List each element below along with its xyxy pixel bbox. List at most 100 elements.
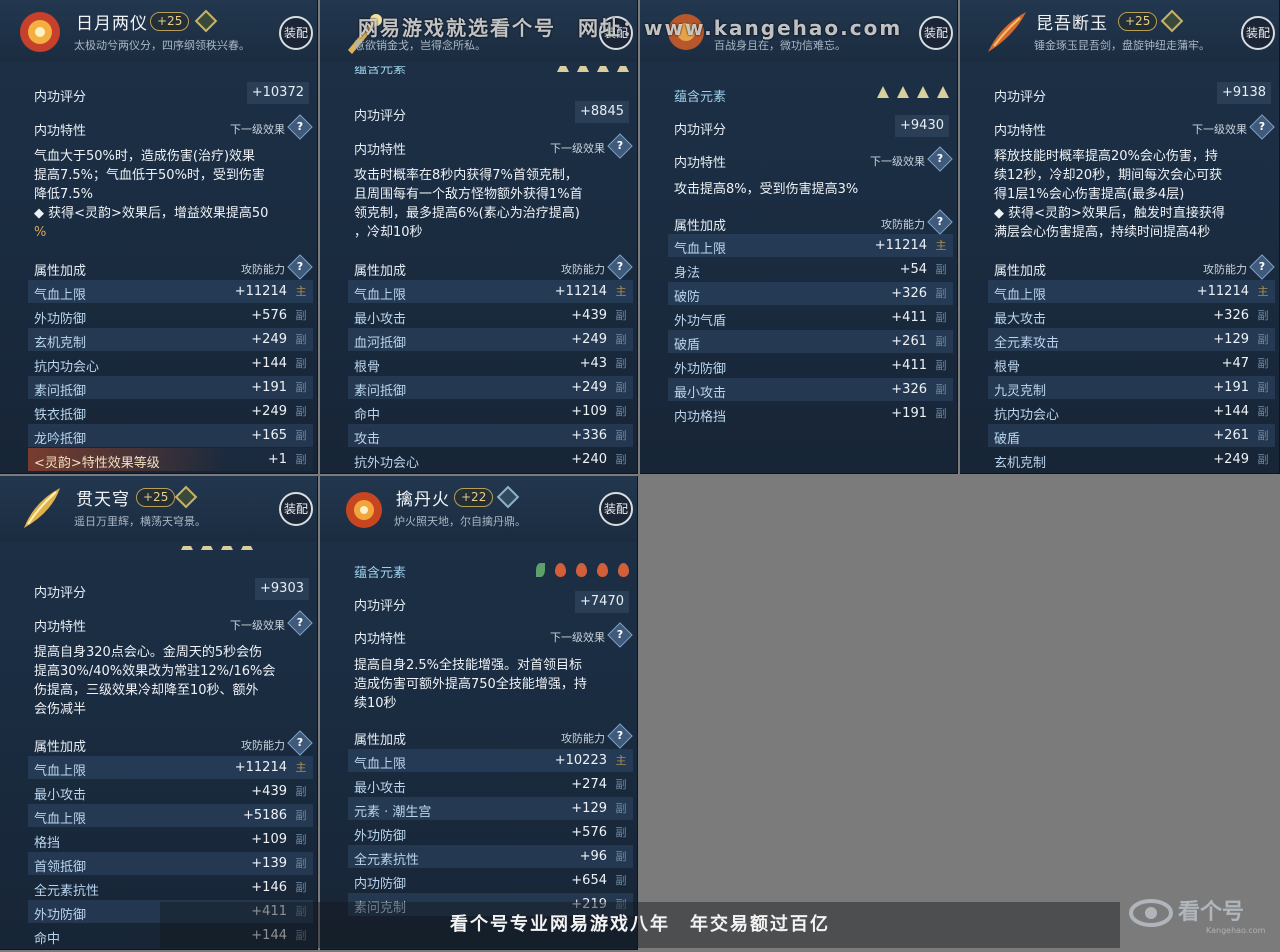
attr-value: +439 [251, 784, 287, 799]
attr-row: 玄机克制 +249 副 [28, 328, 313, 351]
attr-type-tag: 主 [935, 239, 947, 252]
equip-button[interactable]: 装配 [599, 492, 633, 526]
attr-type-tag: 副 [1257, 381, 1269, 394]
element-icons [173, 546, 253, 554]
attr-label: 属性加成 [994, 264, 1047, 279]
score-row: 内功评分 +8845 [348, 101, 633, 125]
attr-value: +336 [571, 428, 607, 443]
attr-name: 素问抵御 [34, 384, 87, 399]
card-name: 贯天穹 [76, 490, 130, 510]
trait-text: 攻击提高8%，受到伤害提高3% [674, 182, 859, 197]
attr-row: 素问抵御 +191 副 [28, 376, 313, 399]
attr-name: 全元素抗性 [34, 884, 100, 899]
score-row: 内功评分 +9430 [668, 115, 953, 139]
attr-name: 气血上限 [34, 764, 87, 779]
attr-row: 最小攻击 +439 副 [28, 780, 313, 803]
attr-name: 全元素抗性 [354, 853, 420, 868]
help-icon[interactable]: ? [607, 254, 633, 280]
trait-text: 攻击时概率在8秒内获得7%首领克制， 且周围每有一个敌方怪物额外获得1%首 领克… [354, 168, 583, 240]
blade-feather-icon [980, 6, 1032, 58]
attr-right-label: 攻防能力 [881, 218, 925, 231]
attr-type-tag: 副 [1257, 405, 1269, 418]
attr-type-tag: 副 [615, 874, 627, 887]
attr-type-tag: 副 [295, 785, 307, 798]
attr-name: 身法 [674, 266, 701, 281]
help-icon[interactable]: ? [287, 610, 313, 636]
trait-text: 提高自身320点会心。金周天的5秒会伤 提高30%/40%效果改为常驻12%/1… [34, 645, 276, 717]
help-icon[interactable]: ? [287, 254, 313, 280]
attr-row: 气血上限 +11214 主 [348, 280, 633, 303]
equip-button[interactable]: 装配 [279, 492, 313, 526]
help-icon[interactable]: ? [607, 133, 633, 159]
attr-row: 最小攻击 +274 副 [348, 773, 633, 796]
attr-name: 首领抵御 [34, 860, 87, 875]
attr-value: +109 [571, 404, 607, 419]
attr-type-tag: 副 [295, 429, 307, 442]
attr-name: 命中 [34, 932, 61, 947]
next-level-label: 下一级效果 [550, 631, 605, 644]
element-row: 蕴含元素 [348, 66, 633, 84]
attr-name: 外功防御 [34, 312, 87, 327]
attr-value: +11214 [874, 238, 927, 253]
attr-value: +146 [251, 880, 287, 895]
attr-row: 气血上限 +10223 主 [348, 749, 633, 772]
help-icon[interactable]: ? [287, 730, 313, 756]
score-row: 内功评分 +9138 [988, 82, 1275, 106]
attr-type-tag: 副 [935, 287, 947, 300]
help-icon[interactable]: ? [287, 114, 313, 140]
trait-header: 内功特性 下一级效果 ? [348, 622, 633, 648]
attr-name: 内功格挡 [674, 410, 727, 425]
neigong-card-2: 意欲销金戈，岂得念所私。 装配 蕴含元素 内功评分 +8845 内功特性 下一级… [320, 0, 638, 474]
help-icon[interactable]: ? [607, 723, 633, 749]
attr-header: 属性加成 攻防能力 ? [668, 209, 953, 235]
attr-value: +11214 [234, 760, 287, 775]
next-level-label: 下一级效果 [230, 619, 285, 632]
attr-value: +411 [891, 358, 927, 373]
sun-moon-icon [14, 6, 66, 58]
attr-name: 命中 [354, 408, 381, 423]
trait-label: 内功特性 [354, 143, 407, 158]
card-description: 太极动兮两仪分，四序纲领秩兴春。 [74, 39, 250, 52]
attr-name: 内功防御 [354, 877, 407, 892]
attr-name: 气血上限 [674, 242, 727, 257]
attr-value: +326 [1213, 308, 1249, 323]
attr-name: 最小攻击 [674, 386, 727, 401]
attr-name: 气血上限 [354, 757, 407, 772]
element-row: 蕴含元素 [348, 558, 633, 582]
fire-icon [618, 563, 629, 577]
attr-header: 属性加成 攻防能力 ? [988, 254, 1275, 280]
attr-type-tag: 副 [1257, 429, 1269, 442]
help-icon[interactable]: ? [927, 146, 953, 172]
attr-value: +144 [1213, 404, 1249, 419]
equip-button[interactable]: 装配 [919, 16, 953, 50]
score-label: 内功评分 [354, 599, 407, 614]
attr-row: 元素 · 潮生宫 +129 副 [348, 797, 633, 820]
next-level-label: 下一级效果 [550, 142, 605, 155]
help-icon[interactable]: ? [1249, 254, 1275, 280]
level-badge: +25 [136, 488, 176, 507]
card-description: 锤金琢玉昆吾剑，盘旋钟纽走蒲牢。 [1034, 39, 1210, 52]
next-level-label: 下一级效果 [870, 155, 925, 168]
trait-text: 释放技能时概率提高20%会心伤害，持 续12秒，冷却20秒，期间每次会心可获 得… [994, 149, 1225, 240]
attr-type-tag: 副 [295, 809, 307, 822]
watermark-bottom: 看个号专业网易游戏八年 年交易额过百亿 [160, 902, 1120, 948]
attr-type-tag: 主 [615, 285, 627, 298]
equip-button[interactable]: 装配 [279, 16, 313, 50]
help-icon[interactable]: ? [927, 209, 953, 235]
card-description: 遥日万里辉，横荡天穹景。 [74, 515, 206, 528]
element-row-partial [28, 546, 313, 556]
attr-name: 气血上限 [34, 812, 87, 827]
attr-value: +144 [251, 356, 287, 371]
help-icon[interactable]: ? [1249, 114, 1275, 140]
score-value: +9138 [1217, 82, 1271, 104]
attr-value: +261 [1213, 428, 1249, 443]
equip-button[interactable]: 装配 [1241, 16, 1275, 50]
attr-row: 素问抵御 +249 副 [348, 376, 633, 399]
attr-row: 外功气盾 +411 副 [668, 306, 953, 329]
attr-name: 玄机克制 [994, 456, 1047, 471]
attr-value: +326 [891, 382, 927, 397]
attr-type-tag: 副 [1257, 309, 1269, 322]
help-icon[interactable]: ? [607, 622, 633, 648]
attr-right-label: 攻防能力 [241, 263, 285, 276]
attr-header: 属性加成 攻防能力 ? [348, 723, 633, 749]
